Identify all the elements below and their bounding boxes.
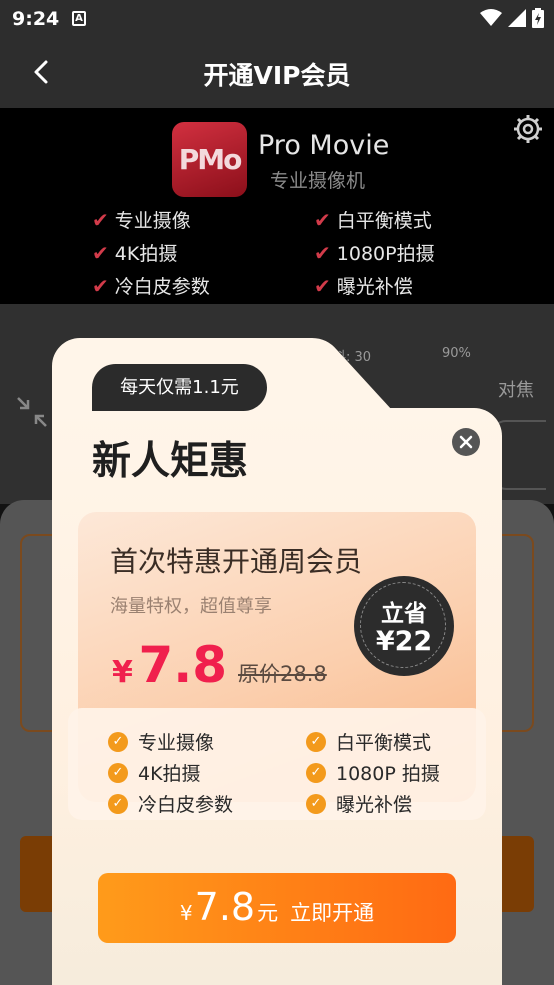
header-feature: ✔ 4K拍摄 — [92, 240, 178, 266]
feature-item: ✓ 白平衡模式 — [306, 728, 431, 755]
feature-item: ✓ 冷白皮参数 — [108, 790, 233, 817]
check-icon: ✔ — [314, 240, 331, 265]
app-subtitle: 专业摄像机 — [270, 170, 366, 192]
header-feature: ✔ 1080P拍摄 — [314, 240, 435, 266]
check-icon: ✔ — [92, 273, 109, 298]
feature-item: ✓ 曝光补偿 — [306, 790, 412, 817]
close-icon — [459, 435, 473, 449]
app-name: Pro Movie — [258, 130, 390, 161]
app-logo: PMo — [172, 122, 247, 197]
header-feature: ✔ 冷白皮参数 — [92, 273, 210, 299]
notification-icon: A — [72, 11, 86, 26]
offer-subtitle: 海量特权，超值尊享 — [110, 596, 272, 617]
feature-item: ✓ 1080P 拍摄 — [306, 759, 440, 786]
status-time: 9:24 — [12, 8, 60, 30]
app-bar: 开通VIP会员 — [0, 38, 554, 108]
modal-title: 新人矩惠 — [92, 439, 249, 484]
savings-badge: 立省 ¥22 — [354, 576, 454, 676]
signal-icon — [508, 9, 526, 27]
header-feature: ✔ 曝光补偿 — [314, 273, 413, 299]
page-title: 开通VIP会员 — [203, 61, 351, 90]
promo-modal: 每天仅需1.1元 新人矩惠 首次特惠开通周会员 海量特权，超值尊享 ¥ 7.8 … — [52, 338, 502, 985]
activate-now-button[interactable]: ¥ 7.8 元 立即开通 — [98, 873, 456, 943]
check-circle-icon: ✓ — [108, 731, 128, 752]
check-circle-icon: ✓ — [306, 793, 326, 814]
close-button[interactable] — [452, 428, 480, 456]
header-feature: ✔ 白平衡模式 — [314, 207, 432, 233]
check-icon: ✔ — [92, 207, 109, 232]
feature-list: ✓ 专业摄像 ✓ 白平衡模式 ✓ 4K拍摄 ✓ 1080P 拍摄 ✓ 冷白皮参数 ✓ 曝光补… — [68, 708, 486, 820]
original-price: 原价28.8 — [238, 662, 327, 686]
check-icon: ✔ — [314, 273, 331, 298]
status-icons — [480, 8, 544, 28]
feature-item: ✓ 4K拍摄 — [108, 759, 201, 786]
daily-price-tag: 每天仅需1.1元 — [92, 364, 267, 411]
logo-text: PMo — [178, 143, 243, 176]
offer-title: 首次特惠开通周会员 — [110, 545, 363, 578]
check-icon: ✔ — [92, 240, 109, 265]
check-circle-icon: ✓ — [108, 762, 128, 783]
header-feature: ✔ 专业摄像 — [92, 207, 191, 233]
feature-item: ✓ 专业摄像 — [108, 728, 214, 755]
check-circle-icon: ✓ — [108, 793, 128, 814]
status-bar: 9:24 A — [0, 0, 554, 38]
offer-price: ¥ 7.8 — [112, 636, 228, 694]
check-circle-icon: ✓ — [306, 762, 326, 783]
compress-icon — [17, 397, 47, 427]
check-circle-icon: ✓ — [306, 731, 326, 752]
settings-gear-icon[interactable] — [512, 113, 544, 145]
check-icon: ✔ — [314, 207, 331, 232]
wifi-icon — [480, 9, 502, 26]
battery-icon — [532, 8, 544, 28]
app-header: PMo Pro Movie 专业摄像机 ✔ 专业摄像 ✔ 白平衡模式 ✔ 4K拍摄 ✔… — [0, 108, 554, 304]
focus-label: 对焦 — [498, 380, 534, 401]
